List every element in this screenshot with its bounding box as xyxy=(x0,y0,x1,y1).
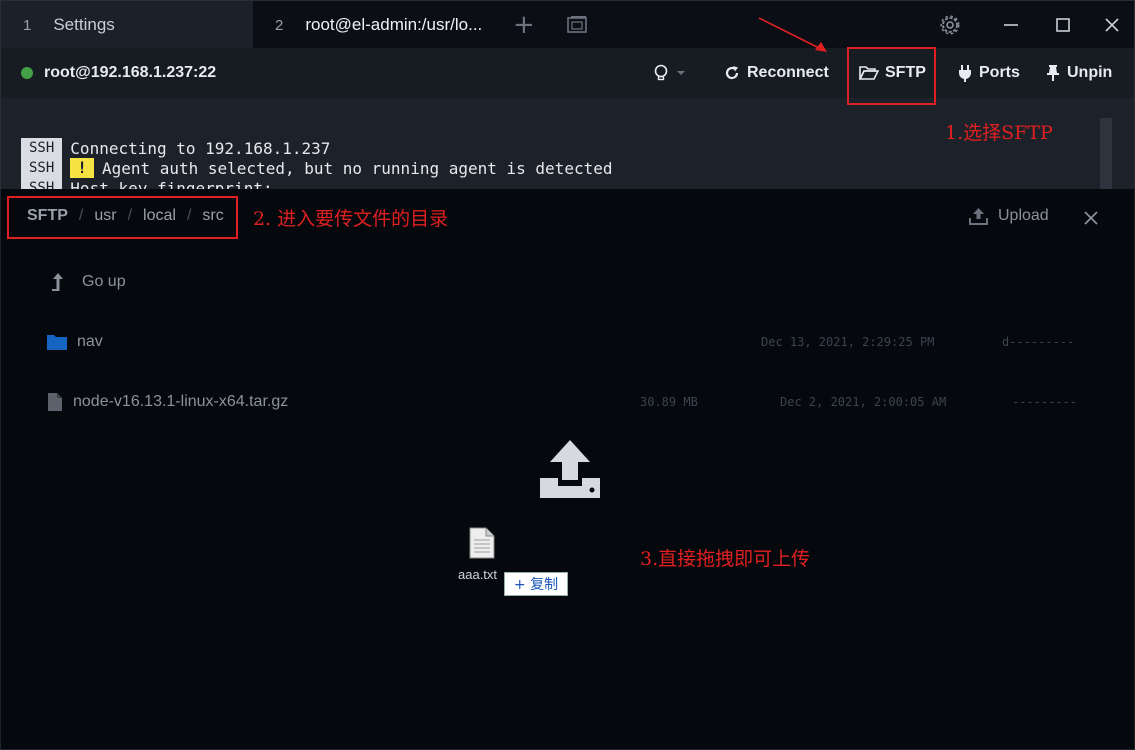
upload-icon xyxy=(969,208,988,225)
folder-icon xyxy=(47,335,67,350)
chevron-down-icon xyxy=(677,71,685,75)
terminal-text: Agent auth selected, but no running agen… xyxy=(101,158,613,178)
sftp-panel: SFTP / usr / local / src Upload Go up na… xyxy=(0,189,1135,750)
ports-label: Ports xyxy=(979,64,1020,81)
tab-label: Settings xyxy=(53,15,115,34)
tab-bar: 1 Settings 2 root@el-admin:/usr/lo... + xyxy=(0,0,1135,49)
annotation-step3: 3.直接拖拽即可上传 xyxy=(640,548,811,570)
go-up-label: Go up xyxy=(82,273,126,290)
annotation-arrow-icon xyxy=(758,17,827,52)
hint-button[interactable] xyxy=(653,63,693,83)
tab-ssh-session[interactable]: 2 root@el-admin:/usr/lo... xyxy=(253,1,501,49)
gear-icon[interactable] xyxy=(936,11,964,39)
minimize-icon[interactable] xyxy=(997,11,1025,39)
connection-status: root@192.168.1.237:22 xyxy=(21,64,216,82)
annotation-box-sftp xyxy=(847,47,936,105)
session-header: root@192.168.1.237:22 Reconnect SFTP Por… xyxy=(0,48,1135,98)
file-mode: d--------- xyxy=(1002,335,1075,349)
new-tab-icon[interactable]: + xyxy=(513,11,535,39)
refresh-icon xyxy=(725,66,739,80)
ssh-tag: SSH xyxy=(21,158,63,178)
arrow-up-icon xyxy=(52,273,63,291)
drop-upload-icon xyxy=(540,440,600,498)
warning-icon: ! xyxy=(70,158,94,178)
file-date: Dec 13, 2021, 2:29:25 PM xyxy=(761,335,935,349)
file-name: node-v16.13.1-linux-x64.tar.gz xyxy=(73,393,289,410)
dragged-file-name: aaa.txt xyxy=(458,567,498,582)
terminal-line: SSH Connecting to 192.168.1.237 xyxy=(21,138,330,158)
status-dot-icon xyxy=(21,67,33,79)
file-row[interactable]: nav Dec 13, 2021, 2:29:25 PM d--------- xyxy=(1,322,1135,362)
terminal-text: Connecting to 192.168.1.237 xyxy=(70,138,331,158)
tab-label: root@el-admin:/usr/lo... xyxy=(305,15,483,34)
upload-button[interactable]: Upload xyxy=(969,207,1049,225)
annotation-step2: 2. 进入要传文件的目录 xyxy=(253,208,449,230)
unpin-label: Unpin xyxy=(1067,64,1113,81)
file-name: nav xyxy=(77,333,103,350)
ssh-tag: SSH xyxy=(21,138,63,158)
pin-icon xyxy=(1047,65,1059,81)
go-up-row[interactable]: Go up xyxy=(1,262,1135,302)
reconnect-button[interactable]: Reconnect xyxy=(723,63,829,83)
terminal-line: SSH Host key fingerprint: xyxy=(21,178,273,189)
terminal-text: Host key fingerprint: xyxy=(70,178,273,190)
ports-button[interactable]: Ports xyxy=(957,63,1020,83)
close-sftp-icon[interactable] xyxy=(1082,209,1100,227)
terminal-scrollbar[interactable] xyxy=(1100,118,1112,189)
upload-label: Upload xyxy=(998,207,1049,224)
unpin-button[interactable]: Unpin xyxy=(1045,63,1112,83)
file-mode: --------- xyxy=(1012,395,1078,409)
file-size: 30.89 MB xyxy=(640,395,698,409)
lightbulb-icon xyxy=(654,64,668,81)
terminal-line: SSH ! Agent auth selected, but no runnin… xyxy=(21,158,612,178)
reconnect-label: Reconnect xyxy=(747,64,829,81)
file-icon xyxy=(48,393,62,411)
copy-badge: + 复制 xyxy=(504,572,568,596)
tab-number: 1 xyxy=(23,16,32,34)
plug-icon xyxy=(959,65,971,82)
tab-settings[interactable]: 1 Settings xyxy=(1,1,253,49)
tab-number: 2 xyxy=(275,16,284,34)
close-window-icon[interactable] xyxy=(1098,11,1126,39)
ssh-tag: SSH xyxy=(21,178,63,189)
dragged-file-icon xyxy=(469,527,495,559)
connection-address: root@192.168.1.237:22 xyxy=(44,64,217,81)
file-row[interactable]: node-v16.13.1-linux-x64.tar.gz 30.89 MB … xyxy=(1,382,1135,422)
annotation-step1: 1.选择SFTP xyxy=(945,122,1053,144)
new-window-icon[interactable] xyxy=(567,15,587,33)
file-date: Dec 2, 2021, 2:00:05 AM xyxy=(780,395,947,409)
annotation-box-breadcrumb xyxy=(7,196,238,239)
maximize-icon[interactable] xyxy=(1049,11,1077,39)
